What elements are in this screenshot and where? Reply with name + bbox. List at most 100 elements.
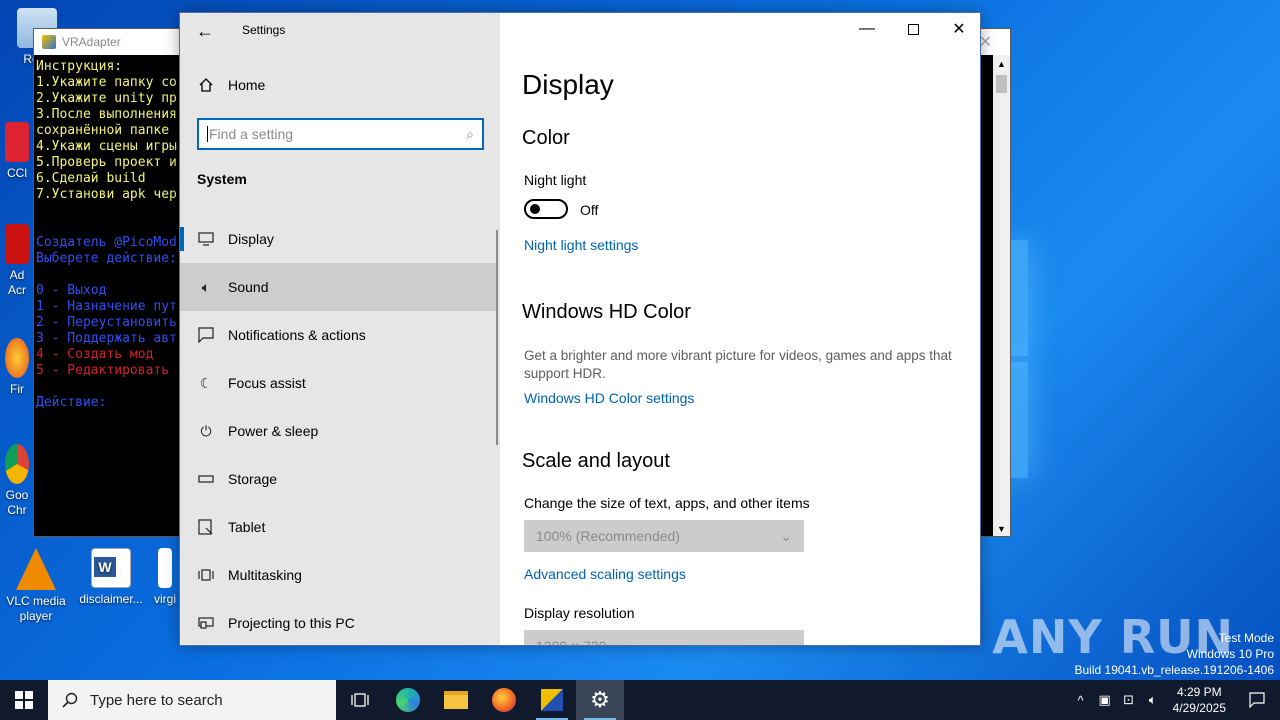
edge-icon — [396, 688, 420, 712]
start-button[interactable] — [0, 680, 48, 720]
minimize-icon: — — [859, 20, 875, 37]
notification-icon — [1249, 692, 1265, 708]
task-view-button[interactable] — [336, 680, 384, 720]
nav-item-display[interactable]: Display — [180, 215, 500, 263]
color-heading: Color — [522, 127, 570, 149]
projector-icon — [198, 615, 214, 631]
desktop-icon-firefox[interactable]: Fir — [0, 338, 34, 397]
resolution-label: Display resolution — [524, 605, 635, 621]
vlc-icon — [16, 548, 56, 590]
network-icon[interactable]: ⊡ — [1117, 692, 1141, 708]
speaker-icon: 🔈︎ — [201, 278, 211, 295]
hd-color-settings-link[interactable]: Windows HD Color settings — [524, 390, 694, 406]
storage-icon — [198, 471, 214, 487]
desktop-icon-acrobat[interactable]: Ad Acr — [0, 224, 34, 298]
taskbar: Type here to search ⚙ ^ ▣ ⊡ 🔈︎ 4:29 PM 4… — [0, 680, 1280, 720]
volume-icon[interactable]: 🔈︎ — [1141, 692, 1165, 708]
taskbar-search-box[interactable]: Type here to search — [48, 680, 336, 720]
chevron-down-icon: ⌄ — [780, 527, 792, 544]
desktop-icon-vlc[interactable]: VLC media player — [1, 548, 71, 624]
window-title: Settings — [242, 23, 286, 37]
nav-item-sound[interactable]: 🔈︎ Sound — [180, 263, 496, 311]
gear-icon: ⚙ — [590, 687, 610, 712]
tablet-icon — [198, 519, 214, 535]
system-tray: ^ ▣ ⊡ 🔈︎ 4:29 PM 4/29/2025 — [1069, 680, 1280, 720]
test-mode-text: Test Mode Windows 10 Pro Build 19041.vb_… — [1074, 631, 1275, 677]
settings-search-input[interactable]: Find a setting ⌕ — [197, 118, 484, 150]
windows-logo-wallpaper — [1010, 240, 1030, 480]
desktop-icon-chrome[interactable]: Goo Chr — [0, 444, 34, 518]
night-light-state: Off — [580, 202, 599, 218]
sidebar-scrollbar[interactable] — [496, 230, 498, 445]
window-controls: — ✕ — [844, 13, 980, 45]
firefox-icon — [492, 688, 516, 712]
file-icon — [158, 548, 172, 588]
scroll-down-icon[interactable]: ▼ — [997, 524, 1006, 534]
desktop-icon-ccleaner[interactable]: CCl — [0, 122, 34, 181]
close-icon: ✕ — [952, 21, 966, 38]
device-icon[interactable]: ▣ — [1093, 692, 1117, 708]
nav-item-focus-assist[interactable]: ☾ Focus assist — [180, 359, 500, 407]
search-icon — [62, 692, 78, 708]
taskbar-vradapter[interactable] — [528, 680, 576, 720]
nav-item-power-sleep[interactable]: ⏻ Power & sleep — [180, 407, 500, 455]
scroll-up-icon[interactable]: ▲ — [997, 59, 1006, 69]
maximize-icon — [907, 23, 919, 35]
console-scroll-thumb[interactable] — [996, 75, 1007, 93]
notification-icon — [198, 327, 214, 343]
maximize-button[interactable] — [890, 13, 936, 45]
multitasking-icon — [198, 567, 214, 583]
word-document-icon: W — [91, 548, 131, 588]
night-light-settings-link[interactable]: Night light settings — [524, 237, 638, 253]
scale-layout-heading: Scale and layout — [522, 450, 670, 472]
nav-item-multitasking[interactable]: Multitasking — [180, 551, 500, 599]
search-icon: ⌕ — [466, 125, 474, 142]
action-center-button[interactable] — [1234, 692, 1280, 708]
console-scrollbar[interactable]: ▲ ▼ — [993, 55, 1010, 536]
folder-icon — [444, 691, 468, 709]
scale-label: Change the size of text, apps, and other… — [524, 495, 810, 511]
taskbar-clock[interactable]: 4:29 PM 4/29/2025 — [1165, 684, 1234, 716]
taskbar-settings[interactable]: ⚙ — [576, 680, 624, 720]
taskbar-file-explorer[interactable] — [432, 680, 480, 720]
chevron-down-icon: ⌄ — [780, 637, 792, 646]
night-light-toggle[interactable] — [524, 199, 568, 219]
firefox-icon — [5, 338, 29, 378]
minimize-button[interactable]: — — [844, 13, 890, 45]
nav-item-tablet[interactable]: Tablet — [180, 503, 500, 551]
hd-color-heading: Windows HD Color — [522, 301, 691, 323]
windows-start-icon — [15, 691, 33, 709]
taskbar-edge[interactable] — [384, 680, 432, 720]
section-heading: System — [197, 171, 247, 187]
settings-sidebar: ← Settings Home Find a setting ⌕ System … — [180, 13, 500, 645]
night-light-label: Night light — [524, 172, 587, 188]
settings-window[interactable]: ← Settings Home Find a setting ⌕ System … — [179, 12, 981, 646]
home-icon — [199, 78, 213, 92]
monitor-icon — [198, 231, 214, 247]
close-button[interactable]: ✕ — [936, 13, 980, 45]
ccleaner-icon — [5, 122, 29, 162]
home-nav-item[interactable]: Home — [198, 77, 265, 93]
console-app-icon — [42, 35, 56, 49]
nav-item-projecting[interactable]: Projecting to this PC — [180, 599, 500, 645]
vradapter-icon — [541, 689, 563, 711]
hd-color-description: Get a brighter and more vibrant picture … — [524, 348, 952, 381]
scale-dropdown[interactable]: 100% (Recommended) ⌄ — [524, 520, 804, 552]
acrobat-icon — [5, 224, 29, 264]
power-icon: ⏻ — [200, 422, 212, 439]
settings-nav-list: Display 🔈︎ Sound Notifications & actions… — [180, 215, 500, 645]
back-arrow-icon: ← — [196, 20, 214, 41]
desktop-icon-disclaimer[interactable]: W disclaimer... — [76, 548, 146, 607]
chrome-icon — [5, 444, 29, 484]
nav-item-notifications[interactable]: Notifications & actions — [180, 311, 500, 359]
chevron-up-icon[interactable]: ^ — [1069, 693, 1093, 708]
page-title: Display — [522, 69, 614, 100]
nav-item-storage[interactable]: Storage — [180, 455, 500, 503]
back-button[interactable]: ← — [190, 19, 220, 43]
desktop-icon-virgi[interactable]: virgi — [148, 548, 182, 607]
resolution-dropdown[interactable]: 1280 × 720 ⌄ — [524, 630, 804, 646]
taskbar-firefox[interactable] — [480, 680, 528, 720]
advanced-scaling-link[interactable]: Advanced scaling settings — [524, 566, 686, 582]
moon-icon: ☾ — [199, 374, 213, 391]
task-view-icon — [351, 693, 369, 707]
